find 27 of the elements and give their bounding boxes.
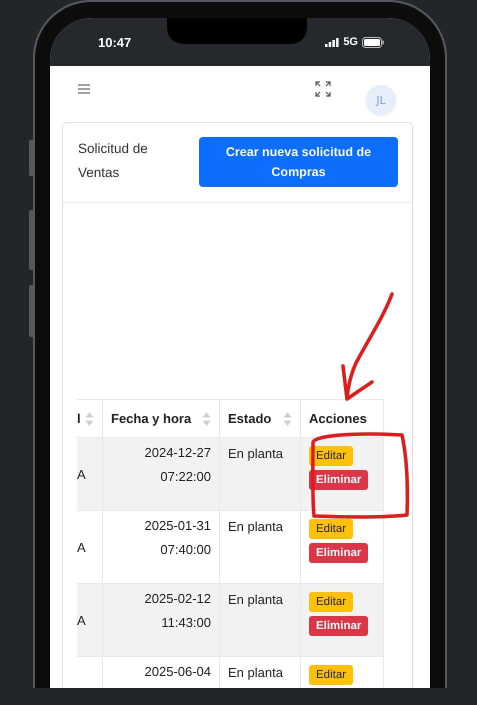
- sort-icon[interactable]: [283, 410, 292, 426]
- delete-button[interactable]: Eliminar: [309, 543, 368, 563]
- table-cell: A: [77, 584, 102, 656]
- card-title: Solicitud de Ventas: [78, 140, 149, 182]
- edit-button[interactable]: Editar: [309, 519, 354, 539]
- fullscreen-icon[interactable]: [315, 81, 331, 97]
- table-cell: En planta: [220, 584, 300, 656]
- menu-icon[interactable]: [78, 84, 90, 94]
- edit-button[interactable]: Editar: [309, 446, 354, 466]
- edit-button[interactable]: Editar: [309, 665, 354, 685]
- table-cell: 2025-02-12 11:43:00: [102, 584, 220, 656]
- battery-icon: [362, 36, 384, 48]
- column-header[interactable]: Estado: [220, 400, 300, 438]
- status-time: 10:47: [98, 34, 132, 50]
- delete-button[interactable]: Eliminar: [309, 470, 368, 490]
- table-cell: A: [77, 438, 102, 510]
- sort-icon[interactable]: [85, 410, 94, 426]
- create-request-button[interactable]: Crear nueva solicitud de Compras: [199, 137, 398, 187]
- sort-icon[interactable]: [202, 410, 211, 426]
- column-header[interactable]: l: [77, 400, 102, 438]
- edit-button[interactable]: Editar: [309, 592, 354, 612]
- delete-button[interactable]: Eliminar: [309, 616, 368, 636]
- signal-icon: [325, 38, 340, 46]
- table-cell: En planta: [220, 438, 300, 510]
- network-label: 5G: [343, 36, 358, 48]
- column-header[interactable]: Fecha y hora: [102, 400, 220, 438]
- table-cell: 2024-12-27 07:22:00: [102, 438, 220, 510]
